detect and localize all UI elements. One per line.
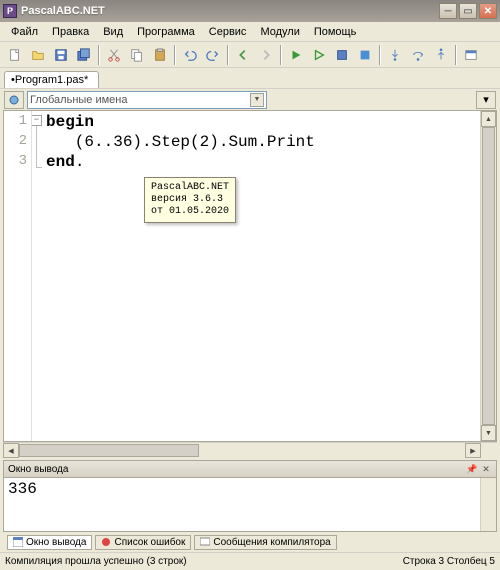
tab-label: •Program1.pas*: [11, 74, 88, 86]
names-bar: Глобальные имена ▼ ▾: [0, 88, 500, 110]
scroll-corner: [481, 443, 497, 458]
menu-bar: Файл Правка Вид Программа Сервис Модули …: [0, 22, 500, 42]
menu-view[interactable]: Вид: [96, 24, 130, 40]
output-vertical-scrollbar[interactable]: [480, 478, 496, 531]
code-line[interactable]: begin: [46, 113, 480, 133]
title-bar: P PascalABC.NET ─ ▭ ✕: [0, 0, 500, 22]
menu-modules[interactable]: Модули: [253, 24, 306, 40]
toolbar-separator: [280, 45, 282, 65]
names-scope-button[interactable]: [4, 91, 24, 109]
fold-end: [36, 167, 42, 168]
window-title: PascalABC.NET: [21, 5, 439, 17]
output-panel-header: Окно вывода 📌 ✕: [3, 460, 497, 478]
version-tooltip: PascalABC.NET версия 3.6.3 от 01.05.2020: [144, 177, 236, 223]
nav-back-button[interactable]: [232, 44, 254, 66]
window-controls: ─ ▭ ✕: [439, 3, 497, 19]
scroll-up-icon[interactable]: ▲: [481, 111, 496, 127]
output-panel[interactable]: 336: [3, 478, 497, 532]
fold-line: [36, 126, 37, 168]
step-into-button[interactable]: [384, 44, 406, 66]
tooltip-line: версия 3.6.3: [151, 194, 229, 206]
cut-button[interactable]: [103, 44, 125, 66]
maximize-button[interactable]: ▭: [459, 3, 477, 19]
bottom-tab-bar: Окно вывода Список ошибок Сообщения комп…: [3, 532, 497, 552]
line-number: 3: [4, 153, 31, 173]
line-number: 1: [4, 113, 31, 133]
status-left: Компиляция прошла успешно (3 строк): [5, 556, 187, 567]
toolbar: [0, 42, 500, 68]
nav-forward-button[interactable]: [255, 44, 277, 66]
menu-edit[interactable]: Правка: [45, 24, 96, 40]
names-combo-text: Глобальные имена: [30, 94, 128, 106]
redo-button[interactable]: [202, 44, 224, 66]
collapse-button[interactable]: ▾: [476, 91, 496, 109]
undo-button[interactable]: [179, 44, 201, 66]
document-tab[interactable]: •Program1.pas*: [4, 71, 99, 88]
toolbar-separator: [174, 45, 176, 65]
close-panel-icon[interactable]: ✕: [480, 463, 492, 475]
menu-program[interactable]: Программа: [130, 24, 202, 40]
tab-output[interactable]: Окно вывода: [7, 535, 92, 550]
output-text: 336: [8, 480, 37, 498]
open-file-button[interactable]: [27, 44, 49, 66]
output-panel-title: Окно вывода: [8, 464, 68, 475]
run-noargs-button[interactable]: [308, 44, 330, 66]
line-gutter: 1 2 3: [4, 111, 32, 441]
new-file-button[interactable]: [4, 44, 26, 66]
pin-icon[interactable]: 📌: [466, 463, 478, 475]
editor-horizontal-scrollbar[interactable]: ◀ ▶: [3, 442, 497, 458]
new-form-button[interactable]: [460, 44, 482, 66]
status-right: Строка 3 Столбец 5: [403, 556, 495, 567]
run-button[interactable]: [285, 44, 307, 66]
toolbar-separator: [379, 45, 381, 65]
scroll-right-icon[interactable]: ▶: [465, 443, 481, 458]
menu-help[interactable]: Помощь: [307, 24, 364, 40]
step-out-button[interactable]: [430, 44, 452, 66]
scroll-thumb[interactable]: [19, 444, 199, 457]
line-number: 2: [4, 133, 31, 153]
tooltip-line: от 01.05.2020: [151, 206, 229, 218]
save-all-button[interactable]: [73, 44, 95, 66]
step-over-button[interactable]: [407, 44, 429, 66]
menu-file[interactable]: Файл: [4, 24, 45, 40]
fold-toggle[interactable]: −: [32, 115, 42, 126]
code-line[interactable]: end.: [46, 153, 480, 173]
tab-errors[interactable]: Список ошибок: [95, 535, 191, 550]
names-combo[interactable]: Глобальные имена ▼: [27, 91, 267, 109]
stop-button[interactable]: [354, 44, 376, 66]
copy-button[interactable]: [126, 44, 148, 66]
toolbar-separator: [455, 45, 457, 65]
paste-button[interactable]: [149, 44, 171, 66]
tab-compiler-messages[interactable]: Сообщения компилятора: [194, 535, 336, 550]
app-icon: P: [3, 4, 17, 18]
close-button[interactable]: ✕: [479, 3, 497, 19]
code-area[interactable]: − begin (6..36).Step(2).Sum.Print end. P…: [32, 111, 480, 441]
document-tab-bar: •Program1.pas*: [0, 68, 500, 88]
minimize-button[interactable]: ─: [439, 3, 457, 19]
save-button[interactable]: [50, 44, 72, 66]
toolbar-separator: [98, 45, 100, 65]
scroll-thumb[interactable]: [482, 127, 495, 425]
tooltip-line: PascalABC.NET: [151, 182, 229, 194]
code-line[interactable]: (6..36).Step(2).Sum.Print: [46, 133, 480, 153]
toolbar-separator: [227, 45, 229, 65]
scroll-down-icon[interactable]: ▼: [481, 425, 496, 441]
editor-vertical-scrollbar[interactable]: ▲ ▼: [480, 111, 496, 441]
menu-service[interactable]: Сервис: [202, 24, 254, 40]
chevron-down-icon: ▼: [250, 93, 264, 107]
status-bar: Компиляция прошла успешно (3 строк) Стро…: [0, 552, 500, 570]
code-editor[interactable]: 1 2 3 − begin (6..36).Step(2).Sum.Print …: [3, 110, 497, 442]
compile-button[interactable]: [331, 44, 353, 66]
scroll-left-icon[interactable]: ◀: [3, 443, 19, 458]
